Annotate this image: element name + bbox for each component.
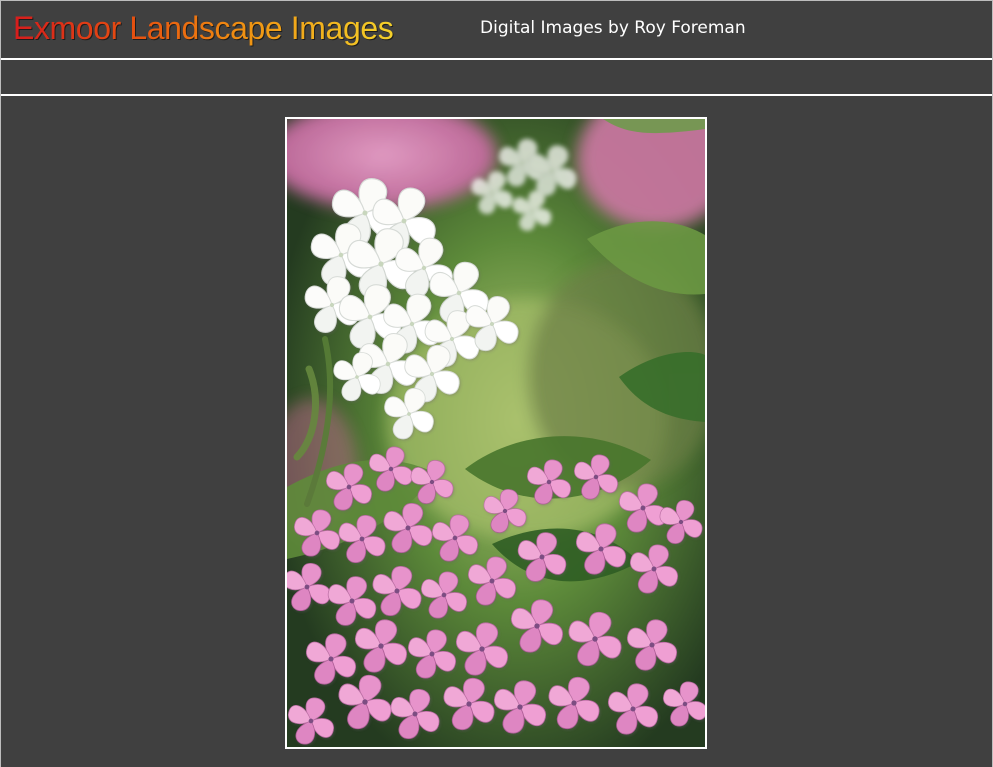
hydrangea-photo xyxy=(287,119,705,747)
site-header: Exmoor Landscape Images Digital Images b… xyxy=(1,0,992,58)
page: Exmoor Landscape Images Digital Images b… xyxy=(0,0,993,767)
site-title: Exmoor Landscape Images xyxy=(13,10,394,46)
navigation-bar xyxy=(1,60,992,94)
hydrangea-photo-frame xyxy=(285,117,707,749)
navigation-divider xyxy=(1,94,992,96)
site-subtitle: Digital Images by Roy Foreman xyxy=(480,18,746,38)
